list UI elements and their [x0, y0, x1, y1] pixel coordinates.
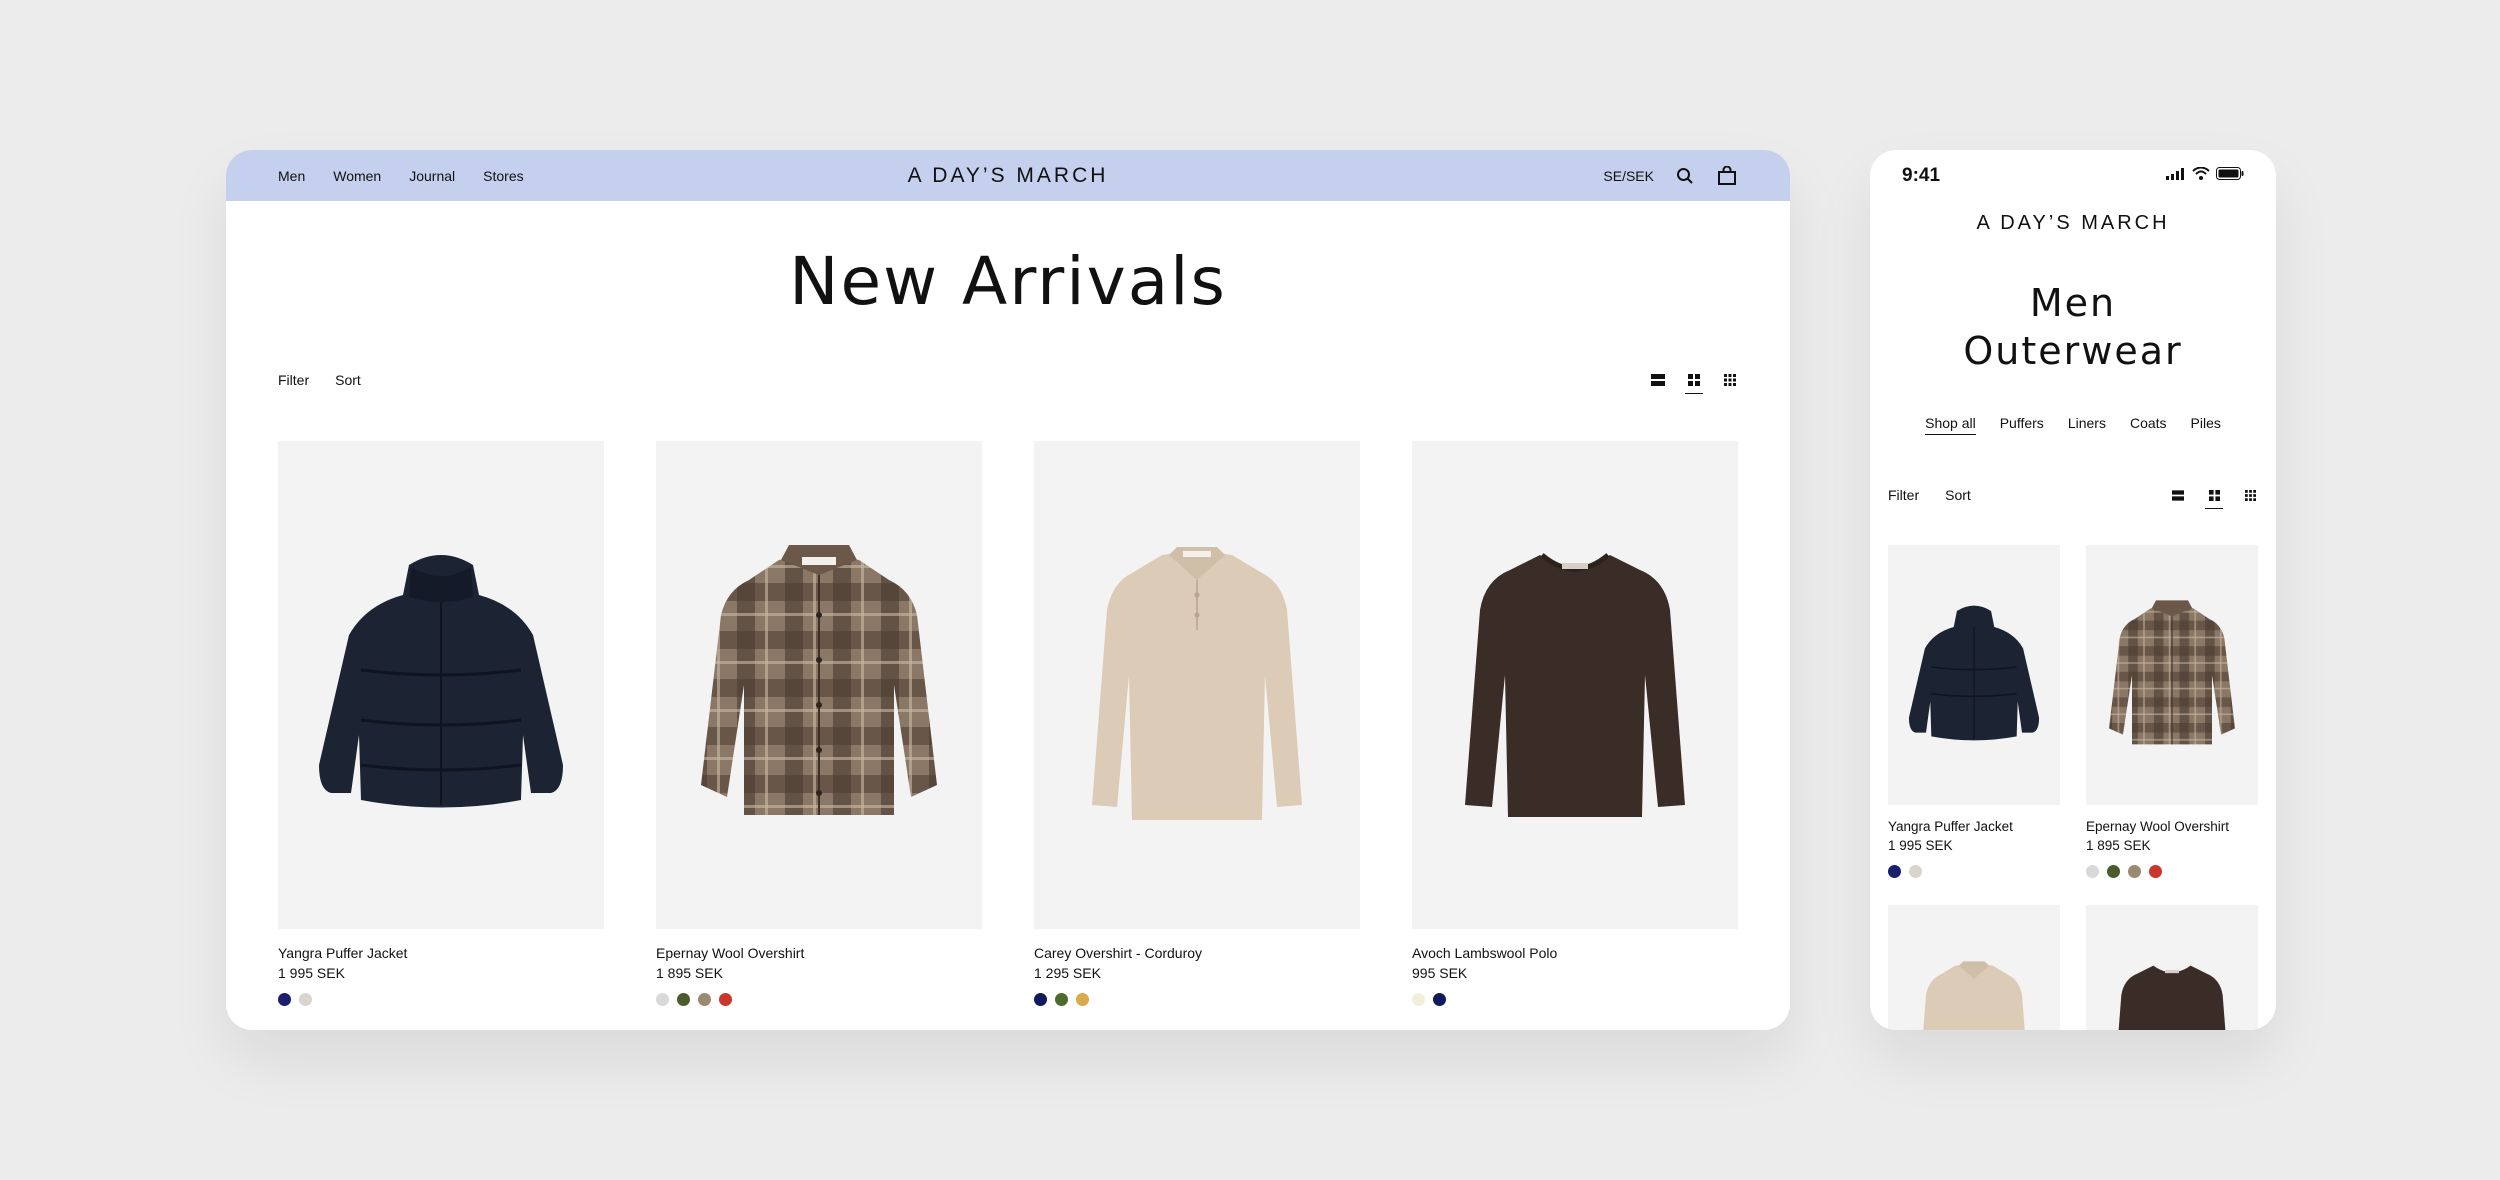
product-image[interactable] — [2086, 905, 2258, 1030]
product-name[interactable]: Avoch Lambswool Polo — [1412, 945, 1738, 961]
swatch-red[interactable] — [2149, 865, 2162, 878]
swatch-navy[interactable] — [1034, 993, 1047, 1006]
view-grid-3-icon[interactable] — [1722, 372, 1738, 388]
nav-link-women[interactable]: Women — [333, 168, 381, 184]
product-name[interactable]: Carey Overshirt - Corduroy — [1034, 945, 1360, 961]
filter-button[interactable]: Filter — [1888, 487, 1919, 503]
product-image[interactable] — [2086, 545, 2258, 805]
battery-icon — [2216, 167, 2244, 185]
product-price: 1 895 SEK — [656, 965, 723, 981]
brand-logo[interactable]: A DAY’S MARCH — [908, 164, 1109, 188]
product-card[interactable] — [2086, 905, 2258, 1030]
nav-links: Men Women Journal Stores — [278, 168, 524, 184]
swatch-ecru[interactable] — [1412, 993, 1425, 1006]
page-title-line-2: Outerwear — [1963, 329, 2183, 373]
color-swatches — [2086, 865, 2258, 878]
product-image[interactable] — [1888, 905, 2060, 1030]
status-time: 9:41 — [1902, 165, 1941, 186]
tab-puffers[interactable]: Puffers — [2000, 415, 2044, 435]
tab-piles[interactable]: Piles — [2191, 415, 2221, 435]
nav-link-men[interactable]: Men — [278, 168, 305, 184]
swatch-green[interactable] — [1055, 993, 1068, 1006]
product-price: 1 995 SEK — [278, 965, 345, 981]
tab-liners[interactable]: Liners — [2068, 415, 2106, 435]
product-card[interactable]: Yangra Puffer Jacket 1 995 SEK — [1888, 545, 2060, 878]
swatch-olive[interactable] — [677, 993, 690, 1006]
view-grid-2-icon[interactable] — [1685, 372, 1703, 394]
sort-button[interactable]: Sort — [1945, 487, 1971, 503]
color-swatches — [1034, 993, 1360, 1006]
view-switch — [2170, 487, 2258, 509]
desktop-window: Men Women Journal Stores A DAY’S MARCH S… — [226, 150, 1790, 1030]
product-card[interactable]: Epernay Wool Overshirt 1 895 SEK — [656, 441, 982, 1006]
status-bar: 9:41 — [1870, 150, 2276, 202]
tab-shop-all[interactable]: Shop all — [1925, 415, 1976, 435]
swatch-light-grey[interactable] — [656, 993, 669, 1006]
sort-button[interactable]: Sort — [335, 372, 361, 388]
nav-link-stores[interactable]: Stores — [483, 168, 523, 184]
product-name[interactable]: Epernay Wool Overshirt — [656, 945, 982, 961]
product-price: 1 295 SEK — [1034, 965, 1101, 981]
nav-link-journal[interactable]: Journal — [409, 168, 455, 184]
product-grid: Yangra Puffer Jacket 1 995 SEK Epernay W… — [1870, 545, 2276, 1030]
view-list-icon[interactable] — [1650, 372, 1666, 388]
product-card[interactable]: Epernay Wool Overshirt 1 895 SEK — [2086, 545, 2258, 878]
color-swatches — [1412, 993, 1738, 1006]
locale-selector[interactable]: SE/SEK — [1603, 168, 1654, 184]
product-price: 995 SEK — [1412, 965, 1468, 981]
nav-actions: SE/SEK — [1603, 165, 1738, 187]
swatch-navy[interactable] — [1888, 865, 1901, 878]
product-price: 1 995 SEK — [1888, 838, 1953, 853]
view-switch — [1650, 372, 1738, 394]
color-swatches — [278, 993, 604, 1006]
product-image[interactable] — [1034, 441, 1360, 929]
page-title-line-1: Men — [2029, 281, 2117, 325]
page-title: New Arrivals — [789, 243, 1227, 320]
swatch-navy[interactable] — [278, 993, 291, 1006]
category-tabs: Shop all Puffers Liners Coats Piles — [1870, 415, 2276, 435]
listing-toolbar: Filter Sort — [1870, 487, 2276, 509]
tab-coats[interactable]: Coats — [2130, 415, 2167, 435]
product-card[interactable]: Avoch Lambswool Polo 995 SEK — [1412, 441, 1738, 1006]
swatch-navy[interactable] — [1433, 993, 1446, 1006]
swatch-light-grey[interactable] — [2086, 865, 2099, 878]
swatch-olive[interactable] — [2107, 865, 2120, 878]
product-image[interactable] — [1412, 441, 1738, 929]
filter-button[interactable]: Filter — [278, 372, 309, 388]
swatch-taupe[interactable] — [2128, 865, 2141, 878]
view-list-icon[interactable] — [2170, 487, 2186, 503]
product-image[interactable] — [278, 441, 604, 929]
wifi-icon — [2192, 166, 2210, 185]
product-name[interactable]: Epernay Wool Overshirt — [2086, 819, 2258, 834]
swatch-stone[interactable] — [1909, 865, 1922, 878]
product-card[interactable] — [1888, 905, 2060, 1030]
color-swatches — [1888, 865, 2060, 878]
swatch-mustard[interactable] — [1076, 993, 1089, 1006]
swatch-stone[interactable] — [299, 993, 312, 1006]
product-image[interactable] — [1888, 545, 2060, 805]
product-grid: Yangra Puffer Jacket 1 995 SEK Epernay W… — [278, 441, 1738, 1006]
product-card[interactable]: Carey Overshirt - Corduroy 1 295 SEK — [1034, 441, 1360, 1006]
top-nav: Men Women Journal Stores A DAY’S MARCH S… — [226, 150, 1790, 201]
swatch-taupe[interactable] — [698, 993, 711, 1006]
product-price: 1 895 SEK — [2086, 838, 2151, 853]
view-grid-2-icon[interactable] — [2205, 487, 2223, 509]
signal-icon — [2166, 167, 2186, 185]
search-icon[interactable] — [1674, 165, 1696, 187]
product-name[interactable]: Yangra Puffer Jacket — [1888, 819, 2060, 834]
product-card[interactable]: Yangra Puffer Jacket 1 995 SEK — [278, 441, 604, 1006]
swatch-red[interactable] — [719, 993, 732, 1006]
brand-logo[interactable]: A DAY’S MARCH — [1870, 212, 2276, 235]
listing-toolbar: Filter Sort — [278, 372, 1738, 394]
color-swatches — [656, 993, 982, 1006]
product-name[interactable]: Yangra Puffer Jacket — [278, 945, 604, 961]
bag-icon[interactable] — [1716, 165, 1738, 187]
product-image[interactable] — [656, 441, 982, 929]
view-grid-3-icon[interactable] — [2242, 487, 2258, 503]
mobile-window: 9:41 A DAY’S MARCH Men Outerwear Shop al… — [1870, 150, 2276, 1030]
page-title: Men Outerwear — [1870, 279, 2276, 375]
